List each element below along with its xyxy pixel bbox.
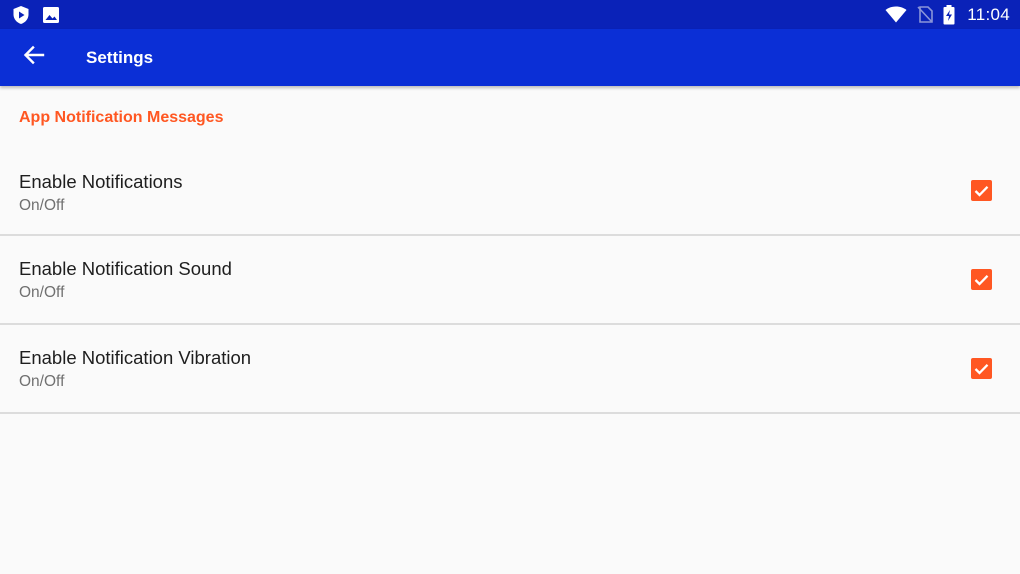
arrow-back-icon [23, 45, 45, 70]
app-bar: Settings [0, 29, 1020, 86]
no-sim-icon [917, 6, 934, 23]
settings-list: App Notification Messages Enable Notific… [0, 86, 1020, 414]
checkbox-enable-notification-vibration[interactable] [971, 358, 992, 379]
pref-enable-notification-vibration[interactable]: Enable Notification Vibration On/Off [0, 325, 1020, 414]
check-icon [974, 274, 989, 286]
status-left [12, 5, 60, 25]
checkbox-enable-notification-sound[interactable] [971, 269, 992, 290]
pref-title: Enable Notification Sound [19, 258, 232, 279]
image-icon [42, 6, 60, 24]
pref-summary: On/Off [19, 197, 65, 214]
check-icon [974, 363, 989, 375]
shield-play-icon [12, 5, 30, 25]
status-bar: 11:04 [0, 0, 1020, 29]
battery-charging-icon [943, 4, 955, 25]
page-title: Settings [86, 47, 154, 67]
pref-enable-notification-sound[interactable]: Enable Notification Sound On/Off [0, 236, 1020, 325]
status-time: 11:04 [967, 4, 1010, 24]
pref-summary: On/Off [19, 284, 65, 301]
check-icon [974, 185, 989, 197]
pref-summary: On/Off [19, 373, 65, 390]
pref-title: Enable Notification Vibration [19, 347, 252, 368]
checkbox-enable-notifications[interactable] [971, 180, 992, 201]
back-button[interactable] [17, 41, 51, 75]
status-right: 11:04 [885, 4, 1010, 25]
pref-title: Enable Notifications [19, 171, 183, 192]
pref-enable-notifications[interactable]: Enable Notifications On/Off [0, 86, 1020, 236]
wifi-icon [885, 6, 907, 23]
